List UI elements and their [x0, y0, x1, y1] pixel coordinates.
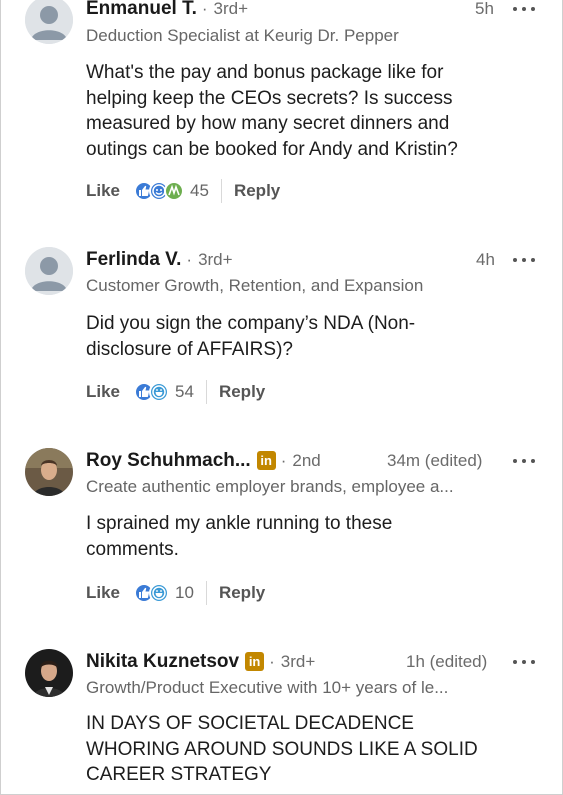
timestamp: 5h — [475, 0, 494, 18]
reply-button[interactable]: Reply — [219, 382, 265, 402]
comment-line: IN DAYS OF SOCIETAL DECADENCE — [86, 713, 414, 734]
timestamp: 34m (edited) — [387, 451, 483, 470]
comment-line: measured by how many secret dinners and — [86, 113, 450, 134]
linkedin-premium-icon: in — [256, 451, 276, 470]
comment-line: comments. — [86, 538, 179, 560]
commenter-name-text[interactable]: Enmanuel T. — [86, 0, 197, 19]
profile-photo — [25, 448, 73, 496]
divider — [205, 581, 207, 605]
connection-degree: 2nd — [292, 451, 321, 470]
comments-panel: Enmanuel T. · 3rd+ 5h Deduction Specialist… — [0, 0, 563, 795]
avatar[interactable] — [25, 448, 73, 496]
divider — [205, 380, 207, 404]
comment-line: What's the pay and bonus package like fo… — [86, 62, 444, 83]
commenter-headline: Customer Growth, Retention, and Expansio… — [86, 276, 424, 295]
comment-line: Did you sign the company’s NDA (Non- — [86, 313, 416, 334]
more-options-icon[interactable] — [513, 457, 535, 465]
reaction-count[interactable]: 54 — [175, 382, 194, 402]
commenter-name-text[interactable]: Ferlinda V. — [86, 249, 181, 270]
funny-icon — [149, 382, 170, 402]
commenter-headline: Growth/Product Executive with 10+ years … — [86, 678, 449, 697]
timestamp: 4h — [476, 250, 495, 269]
reaction-count[interactable]: 45 — [190, 181, 209, 201]
comment-line: helping keep the CEOs secrets? Is succes… — [86, 87, 453, 109]
more-options-icon[interactable] — [513, 5, 535, 13]
funny-icon — [149, 583, 170, 603]
connection-degree: 3rd+ — [213, 0, 249, 18]
like-button[interactable]: Like — [86, 382, 120, 402]
support-icon — [164, 181, 185, 201]
comment-line: WHORING AROUND SOUNDS LIKE A SOLID — [86, 738, 478, 760]
reaction-icons[interactable]: 54 — [134, 382, 194, 402]
comment-actions: Like 10 Reply — [86, 580, 265, 606]
avatar[interactable] — [25, 0, 73, 44]
commenter-name-text[interactable]: Roy Schuhmach... — [86, 450, 251, 471]
comment-body: I sprained my ankle running to these com… — [86, 511, 526, 562]
comment-actions: Like 45 Reply — [86, 178, 280, 204]
reaction-count[interactable]: 10 — [175, 583, 194, 603]
avatar[interactable] — [25, 247, 73, 295]
like-button[interactable]: Like — [86, 583, 120, 603]
commenter-name[interactable]: Roy Schuhmach... in · 2nd — [86, 450, 321, 472]
connection-degree: 3rd+ — [280, 652, 316, 671]
comment-body: What's the pay and bonus package like fo… — [86, 60, 526, 162]
linkedin-premium-icon: in — [245, 652, 265, 671]
comment-body: Did you sign the company’s NDA (Non- dis… — [86, 311, 526, 362]
more-options-icon[interactable] — [513, 658, 535, 666]
comment-line: disclosure of AFFAIRS)? — [86, 338, 293, 360]
avatar[interactable] — [25, 649, 73, 697]
comment-line: CAREER STRATEGY — [86, 764, 272, 785]
connection-degree: 3rd+ — [198, 250, 233, 269]
comment-line: I sprained my ankle running to these — [86, 513, 393, 534]
commenter-name[interactable]: Enmanuel T. · 3rd+ — [86, 0, 248, 20]
reply-button[interactable]: Reply — [219, 583, 265, 603]
separator-dot: · — [201, 0, 208, 18]
commenter-name[interactable]: Nikita Kuznetsov in · 3rd+ — [86, 651, 315, 673]
commenter-name-text[interactable]: Nikita Kuznetsov — [86, 651, 239, 672]
commenter-name[interactable]: Ferlinda V. · 3rd+ — [86, 249, 233, 271]
default-avatar-icon — [25, 247, 73, 295]
like-button[interactable]: Like — [86, 181, 120, 201]
reply-button[interactable]: Reply — [234, 181, 280, 201]
separator-dot: · — [269, 652, 275, 671]
more-options-icon[interactable] — [513, 256, 535, 264]
separator-dot: · — [186, 250, 193, 269]
divider — [220, 179, 222, 203]
timestamp: 1h (edited) — [406, 652, 488, 671]
comment-actions: Like 54 Reply — [86, 379, 265, 405]
profile-photo — [25, 649, 73, 697]
default-avatar-icon — [25, 0, 73, 44]
reaction-icons[interactable]: 45 — [134, 181, 209, 201]
comment-line: outings can be booked for Andy and Krist… — [86, 138, 458, 160]
comment-body: IN DAYS OF SOCIETAL DECADENCE WHORING AR… — [86, 711, 526, 788]
commenter-headline: Create authentic employer brands, employ… — [86, 477, 454, 496]
commenter-headline: Deduction Specialist at Keurig Dr. Peppe… — [86, 26, 399, 45]
separator-dot: · — [280, 451, 287, 470]
reaction-icons[interactable]: 10 — [134, 583, 194, 603]
